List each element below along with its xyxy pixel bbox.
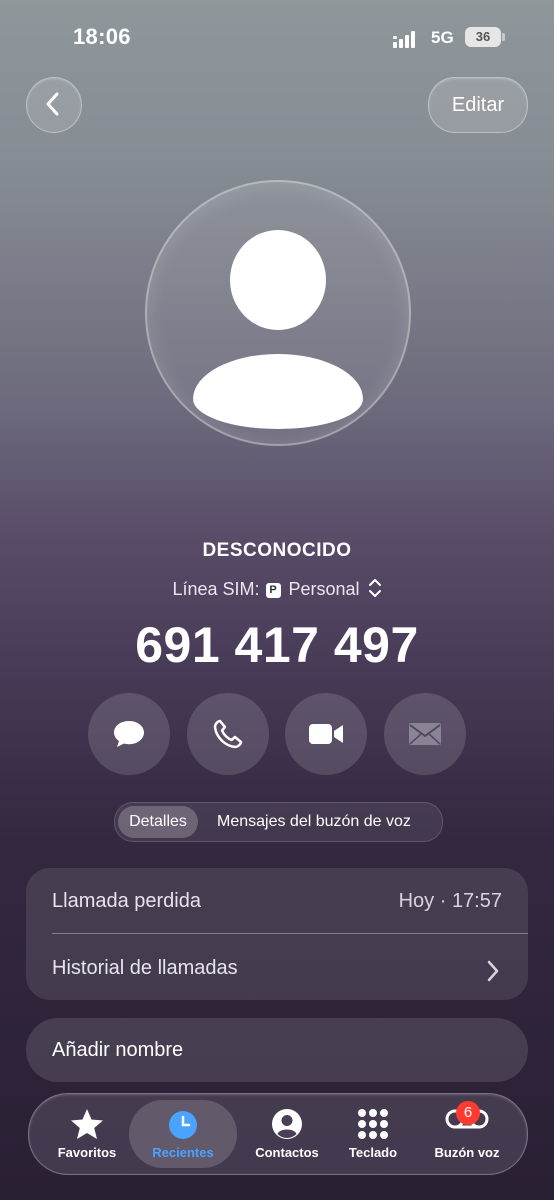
chevron-right-icon <box>487 960 499 982</box>
call-history-row[interactable]: Historial de llamadas <box>26 934 528 1000</box>
edit-button[interactable]: Editar <box>428 77 528 133</box>
chevron-up-down-icon <box>368 579 381 597</box>
battery-tip <box>502 33 505 41</box>
tab-recents[interactable]: Recientes <box>129 1100 237 1168</box>
add-name-label: Añadir nombre <box>52 1039 184 1061</box>
sim-line-name: Personal <box>288 579 360 599</box>
message-icon <box>114 721 144 747</box>
tab-voicemail-messages[interactable]: Mensajes del buzón de voz <box>217 806 411 838</box>
tab-label: Buzón voz <box>434 1145 500 1160</box>
back-button[interactable] <box>26 77 82 133</box>
avatar-body <box>193 354 363 429</box>
chevron-left-icon <box>46 92 59 116</box>
tab-contacts[interactable]: Contactos <box>237 1094 337 1174</box>
call-history-label: Historial de llamadas <box>52 957 238 979</box>
phone-number: 691 417 497 <box>135 617 419 673</box>
person-circle-icon <box>272 1109 302 1139</box>
sim-label: Línea SIM: <box>172 579 260 599</box>
sim-badge: P <box>265 583 281 598</box>
tab-details[interactable]: Detalles <box>118 806 198 838</box>
contact-avatar <box>145 180 411 446</box>
missed-call-label: Llamada perdida <box>52 890 201 912</box>
video-call-button[interactable] <box>285 693 367 775</box>
message-button[interactable] <box>88 693 170 775</box>
voicemail-badge: 6 <box>456 1101 480 1125</box>
mail-button[interactable] <box>384 693 466 775</box>
missed-call-hour: 17:57 <box>451 890 502 912</box>
tab-label: Favoritos <box>57 1145 117 1160</box>
missed-call-day: Hoy <box>398 890 435 912</box>
cellular-signal-icon <box>393 28 421 48</box>
tab-bar: Favoritos Recientes Contactos Teclado Bu… <box>28 1093 528 1175</box>
details-segmented-control: Detalles Mensajes del buzón de voz <box>114 802 443 842</box>
add-name-button[interactable]: Añadir nombre <box>26 1018 528 1082</box>
tab-label: Teclado <box>348 1145 398 1160</box>
sim-line-selector[interactable]: Línea SIM: P Personal <box>0 578 554 600</box>
tab-label: Recientes <box>152 1145 214 1160</box>
keypad-icon <box>358 1109 388 1139</box>
caller-name: DESCONOCIDO <box>202 540 352 561</box>
call-button[interactable] <box>187 693 269 775</box>
network-type: 5G <box>431 28 454 47</box>
phone-icon <box>213 719 243 749</box>
call-details-card: Llamada perdida Hoy · 17:57 Historial de… <box>26 868 528 1000</box>
tab-favorites[interactable]: Favoritos <box>39 1094 135 1174</box>
clock-icon <box>169 1111 197 1139</box>
missed-call-time: Hoy · 17:57 <box>398 890 502 912</box>
status-time: 18:06 <box>73 24 131 49</box>
star-icon <box>71 1109 103 1139</box>
mail-icon <box>409 723 441 745</box>
avatar-head <box>230 230 326 330</box>
battery-indicator: 36 <box>465 27 501 47</box>
video-icon <box>309 724 343 744</box>
tab-keypad[interactable]: Teclado <box>335 1094 411 1174</box>
tab-label: Contactos <box>255 1145 319 1160</box>
